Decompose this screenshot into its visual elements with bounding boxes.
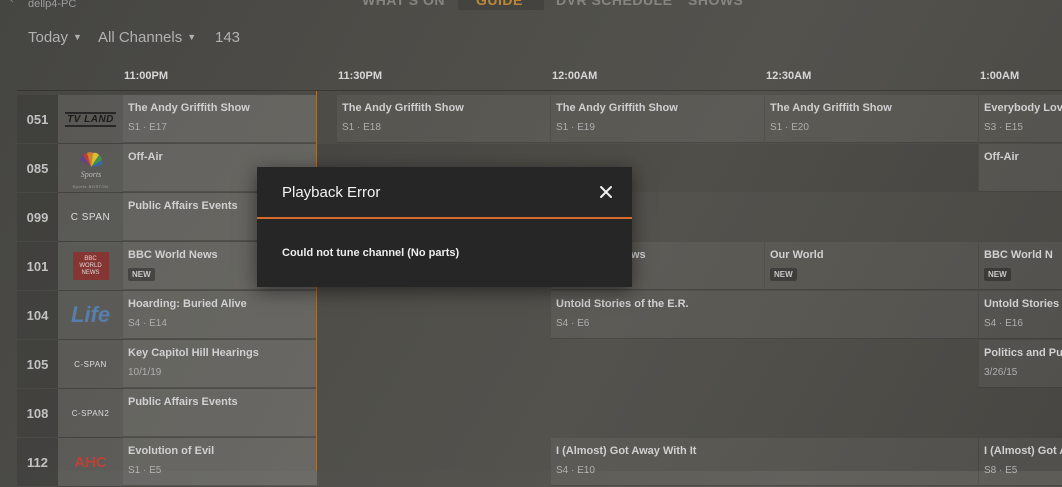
close-icon[interactable] — [598, 184, 614, 200]
dialog-title: Playback Error — [282, 184, 381, 201]
playback-error-dialog: Playback Error Could not tune channel (N… — [257, 167, 632, 287]
dialog-header: Playback Error — [257, 167, 632, 219]
dialog-message: Could not tune channel (No parts) — [282, 247, 460, 259]
